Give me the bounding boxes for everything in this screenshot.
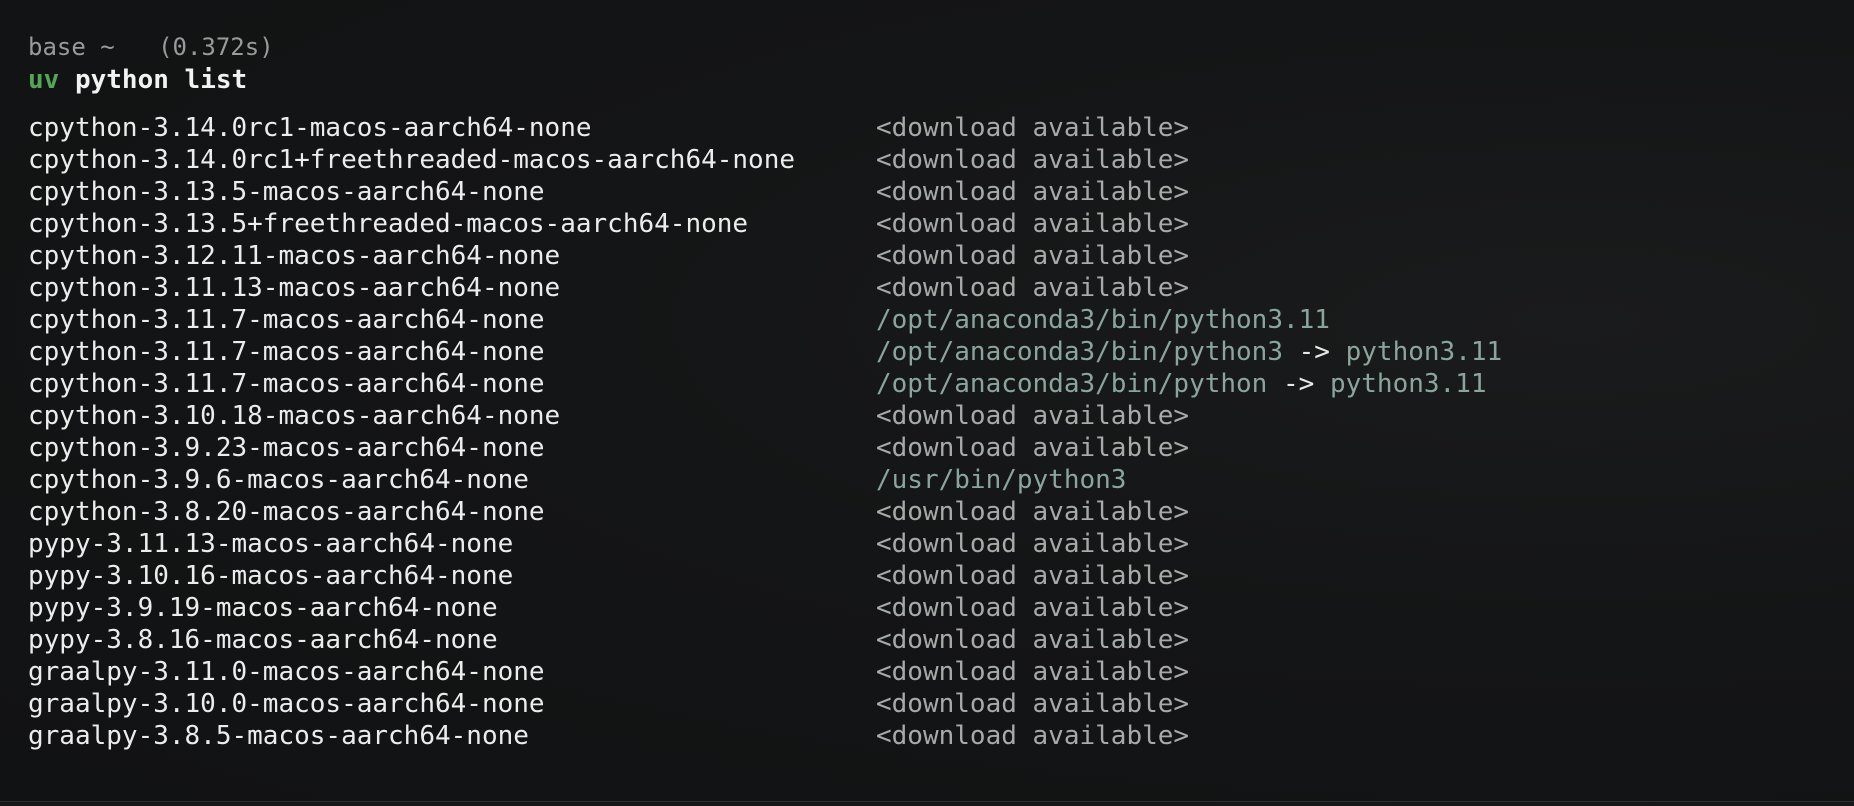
python-location: <download available> [876, 208, 1189, 240]
list-item: cpython-3.11.7-macos-aarch64-none/opt/an… [28, 336, 1854, 368]
python-location: <download available> [876, 624, 1189, 656]
download-status: <download available> [876, 401, 1190, 431]
download-status: <download available> [876, 561, 1190, 591]
python-version-name: cpython-3.8.20-macos-aarch64-none [28, 497, 545, 527]
python-location: <download available> [876, 272, 1189, 304]
command-name: uv [28, 65, 60, 95]
python-version-name: cpython-3.11.13-macos-aarch64-none [28, 273, 561, 303]
python-version-name: pypy-3.9.19-macos-aarch64-none [28, 593, 498, 623]
python-location: <download available> [876, 400, 1189, 432]
download-status: <download available> [876, 209, 1190, 239]
python-location: <download available> [876, 560, 1189, 592]
prompt-meta: base ~ (0.372s) [28, 30, 1854, 64]
python-location: <download available> [876, 496, 1189, 528]
python-location: <download available> [876, 432, 1189, 464]
python-version-name: pypy-3.11.13-macos-aarch64-none [28, 529, 514, 559]
download-status: <download available> [876, 657, 1190, 687]
python-version-name: cpython-3.10.18-macos-aarch64-none [28, 401, 561, 431]
symlink-arrow: -> [1283, 337, 1346, 367]
python-version-name: graalpy-3.8.5-macos-aarch64-none [28, 721, 529, 751]
python-version-name: cpython-3.13.5-macos-aarch64-none [28, 177, 545, 207]
list-item: cpython-3.13.5-macos-aarch64-none <downlo… [28, 176, 1854, 208]
list-item: pypy-3.10.16-macos-aarch64-none <download… [28, 560, 1854, 592]
python-location: /opt/anaconda3/bin/python3 -> python3.11 [876, 336, 1502, 368]
prompt-dir: ~ [100, 33, 115, 61]
download-status: <download available> [876, 721, 1190, 751]
list-item: cpython-3.9.6-macos-aarch64-none/usr/bin… [28, 464, 1854, 496]
python-location: <download available> [876, 176, 1189, 208]
python-location: <download available> [876, 720, 1189, 752]
python-version-name: pypy-3.10.16-macos-aarch64-none [28, 561, 514, 591]
download-status: <download available> [876, 241, 1190, 271]
download-status: <download available> [876, 273, 1190, 303]
download-status: <download available> [876, 593, 1190, 623]
python-version-name: graalpy-3.11.0-macos-aarch64-none [28, 657, 545, 687]
list-item: cpython-3.11.7-macos-aarch64-none/opt/an… [28, 304, 1854, 336]
list-item: cpython-3.14.0rc1+freethreaded-macos-aar… [28, 144, 1854, 176]
command-args: python list [74, 65, 248, 95]
terminal-window[interactable]: base ~ (0.372s) uv python list cpython-3… [0, 0, 1854, 806]
list-item: cpython-3.10.18-macos-aarch64-none <downl… [28, 400, 1854, 432]
python-location: <download available> [876, 240, 1189, 272]
list-item: cpython-3.13.5+freethreaded-macos-aarch6… [28, 208, 1854, 240]
list-item: cpython-3.9.23-macos-aarch64-none <downlo… [28, 432, 1854, 464]
python-location: <download available> [876, 656, 1189, 688]
command-duration: (0.372s) [158, 33, 274, 61]
list-item: pypy-3.11.13-macos-aarch64-none <download… [28, 528, 1854, 560]
download-status: <download available> [876, 433, 1190, 463]
download-status: <download available> [876, 145, 1190, 175]
install-path: /opt/anaconda3/bin/python [876, 369, 1268, 399]
python-location: /usr/bin/python3 [876, 464, 1126, 496]
download-status: <download available> [876, 625, 1190, 655]
symlink-target: python3.11 [1329, 369, 1487, 399]
python-version-name: pypy-3.8.16-macos-aarch64-none [28, 625, 498, 655]
python-version-name: cpython-3.9.23-macos-aarch64-none [28, 433, 545, 463]
python-location: <download available> [876, 528, 1189, 560]
install-path: /opt/anaconda3/bin/python3 [876, 337, 1283, 367]
python-location: /opt/anaconda3/bin/python3.11 [876, 304, 1330, 336]
download-status: <download available> [876, 529, 1190, 559]
symlink-arrow: -> [1267, 369, 1330, 399]
install-path: /usr/bin/python3 [876, 465, 1127, 495]
python-version-name: cpython-3.12.11-macos-aarch64-none [28, 241, 561, 271]
python-version-name: cpython-3.11.7-macos-aarch64-none [28, 337, 545, 367]
command-line: uv python list [28, 64, 1854, 96]
list-item: cpython-3.8.20-macos-aarch64-none <downlo… [28, 496, 1854, 528]
download-status: <download available> [876, 177, 1190, 207]
install-path: /opt/anaconda3/bin/python3.11 [876, 305, 1330, 335]
python-version-name: cpython-3.11.7-macos-aarch64-none [28, 369, 545, 399]
python-version-name: cpython-3.11.7-macos-aarch64-none [28, 305, 545, 335]
list-item: cpython-3.14.0rc1-macos-aarch64-none <dow… [28, 112, 1854, 144]
python-list-output: cpython-3.14.0rc1-macos-aarch64-none <dow… [28, 112, 1854, 752]
python-location: <download available> [876, 112, 1189, 144]
download-status: <download available> [876, 113, 1190, 143]
symlink-target: python3.11 [1345, 337, 1503, 367]
list-item: pypy-3.9.19-macos-aarch64-none <download … [28, 592, 1854, 624]
python-version-name: cpython-3.9.6-macos-aarch64-none [28, 465, 529, 495]
python-version-name: cpython-3.14.0rc1-macos-aarch64-none [28, 113, 592, 143]
python-version-name: graalpy-3.10.0-macos-aarch64-none [28, 689, 545, 719]
python-location: <download available> [876, 688, 1189, 720]
window-bottom-edge [0, 801, 1854, 806]
list-item: cpython-3.11.13-macos-aarch64-none <downl… [28, 272, 1854, 304]
python-location: <download available> [876, 592, 1189, 624]
python-version-name: cpython-3.14.0rc1+freethreaded-macos-aar… [28, 145, 796, 175]
list-item: graalpy-3.11.0-macos-aarch64-none <downlo… [28, 656, 1854, 688]
list-item: cpython-3.12.11-macos-aarch64-none <downl… [28, 240, 1854, 272]
python-location: /opt/anaconda3/bin/python -> python3.11 [876, 368, 1487, 400]
download-status: <download available> [876, 689, 1190, 719]
python-location: <download available> [876, 144, 1189, 176]
python-version-name: cpython-3.13.5+freethreaded-macos-aarch6… [28, 209, 749, 239]
list-item: cpython-3.11.7-macos-aarch64-none/opt/an… [28, 368, 1854, 400]
prompt-env: base [28, 33, 86, 61]
list-item: graalpy-3.10.0-macos-aarch64-none <downlo… [28, 688, 1854, 720]
list-item: graalpy-3.8.5-macos-aarch64-none <downloa… [28, 720, 1854, 752]
list-item: pypy-3.8.16-macos-aarch64-none <download … [28, 624, 1854, 656]
download-status: <download available> [876, 497, 1190, 527]
